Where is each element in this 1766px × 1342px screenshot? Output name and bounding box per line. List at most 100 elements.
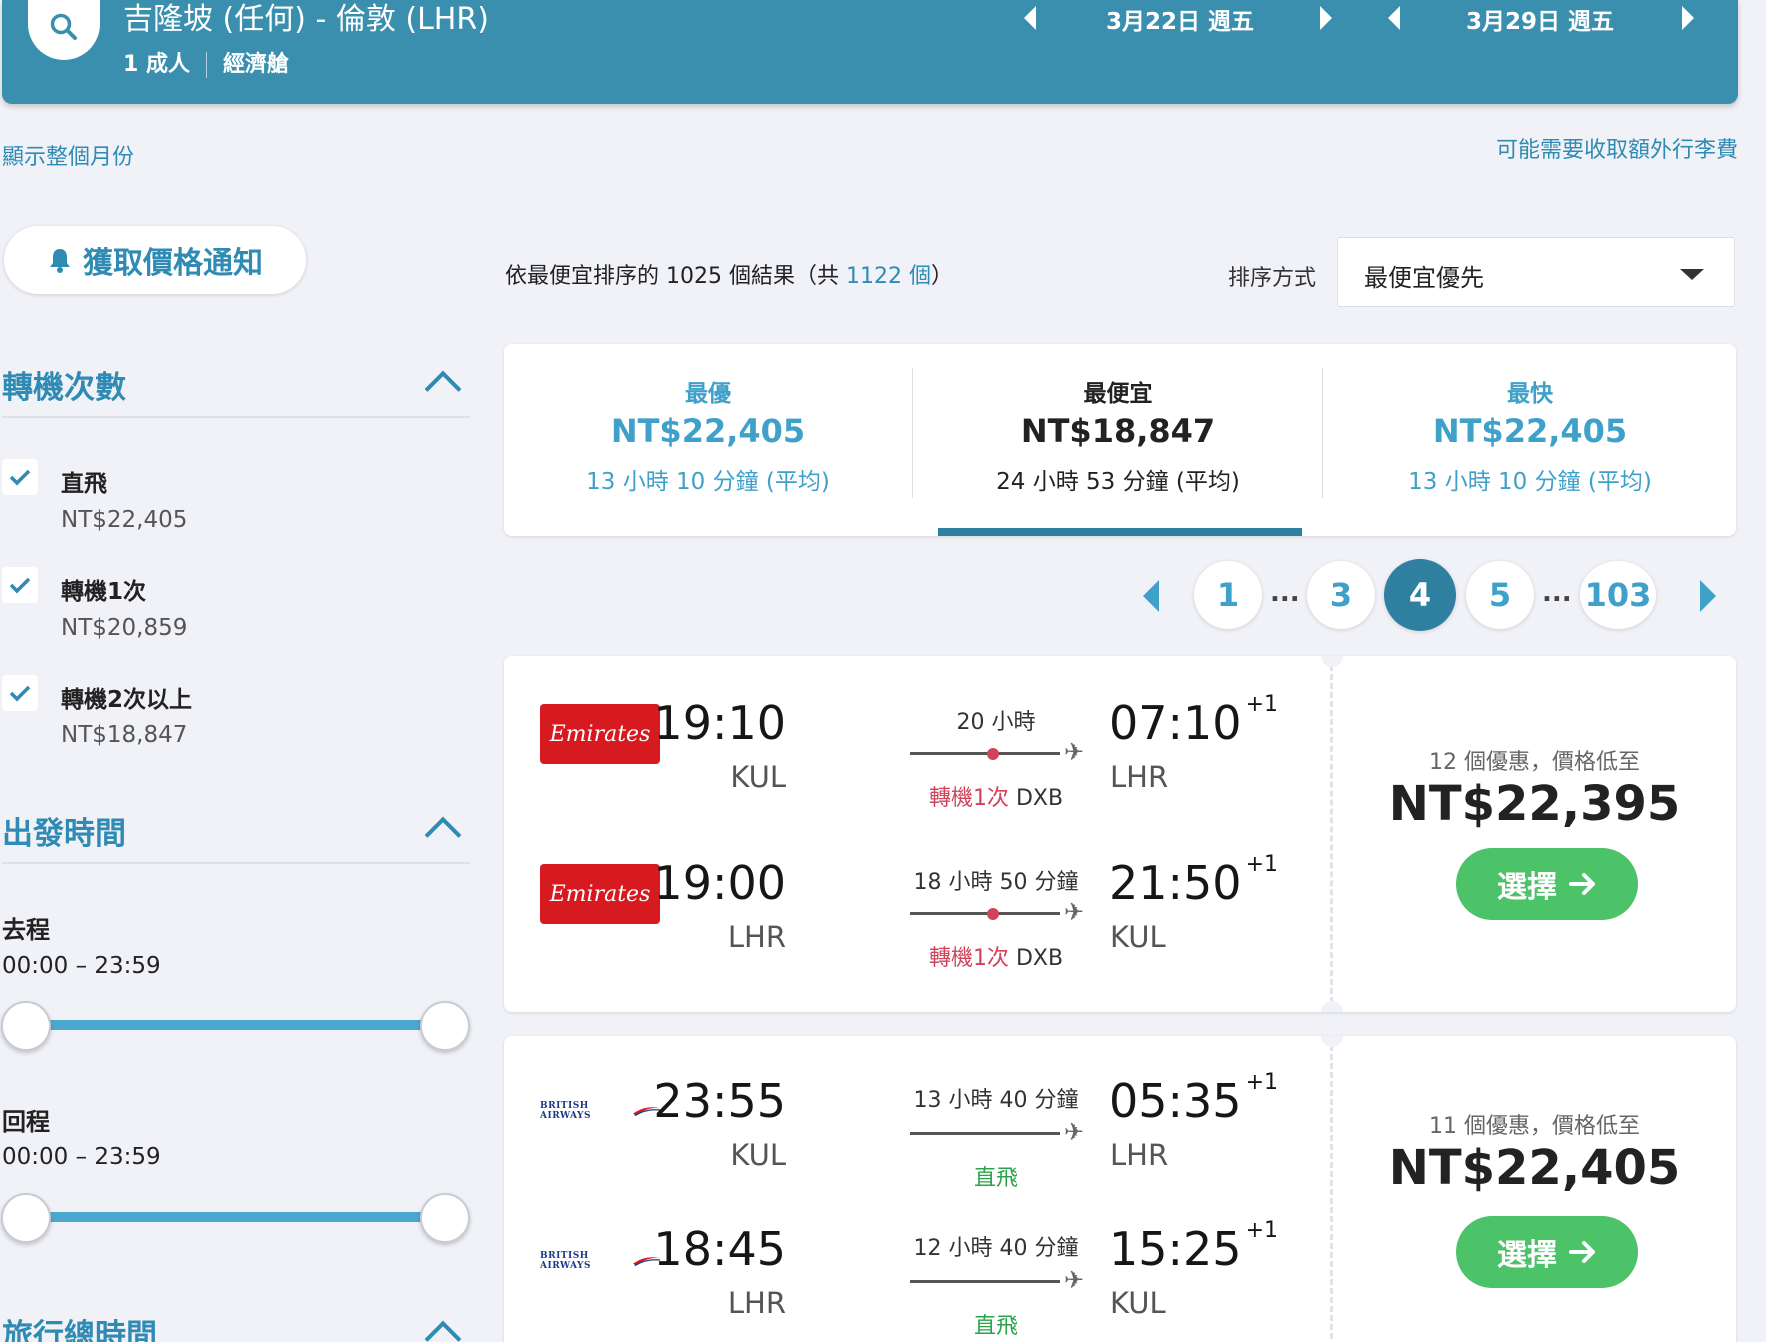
deals-count: 12 個優惠，價格低至 — [1429, 750, 1640, 775]
arrival-time-value: 21:50 — [1109, 856, 1242, 910]
outbound-slider-max-handle[interactable] — [420, 1001, 470, 1051]
depart-date[interactable]: 3月22日 週五 — [1106, 2, 1254, 36]
outbound-time-slider[interactable] — [26, 1020, 446, 1030]
departure-time-filter-title[interactable]: 出發時間 — [2, 808, 126, 853]
active-tab-indicator — [938, 528, 1302, 536]
checkbox-direct[interactable] — [2, 459, 38, 495]
departure-airport: LHR — [727, 1286, 786, 1320]
baggage-fee-link[interactable]: 可能需要收取額外行李費 — [1496, 132, 1738, 164]
arrival-airport: LHR — [1110, 760, 1169, 794]
chevron-up-icon[interactable] — [424, 1320, 462, 1342]
stops-label: 轉機1次 — [928, 946, 1009, 971]
stops-option-label[interactable]: 轉機2次以上 — [61, 680, 192, 714]
page-button[interactable]: 103 — [1580, 561, 1656, 629]
stop-dot — [987, 748, 999, 760]
tab-best[interactable]: 最優 NT$22,405 13 小時 10 分鐘 (平均) — [504, 344, 912, 536]
plane-icon: ✈ — [1064, 898, 1085, 926]
show-whole-month-link[interactable]: 顯示整個月份 — [2, 139, 134, 171]
flight-result-card[interactable]: BRITISH AIRWAYS 23:55 KUL 13 小時 40 分鐘 ✈ … — [504, 1036, 1736, 1342]
plane-icon: ✈ — [1064, 1266, 1085, 1294]
stops-filter-title[interactable]: 轉機次數 — [2, 362, 126, 407]
tab-duration: 13 小時 10 分鐘 (平均) — [586, 469, 830, 495]
divider — [1322, 368, 1323, 498]
return-slider-min-handle[interactable] — [1, 1193, 51, 1243]
price-alert-label: 獲取價格通知 — [83, 246, 263, 281]
divider — [2, 862, 470, 864]
airline-wordmark: BRITISH AIRWAYS — [540, 1101, 591, 1121]
arrival-time-value: 05:35 — [1109, 1074, 1242, 1128]
checkbox-two-plus-stops[interactable] — [2, 675, 38, 711]
search-icon — [50, 13, 77, 40]
checkbox-one-stop[interactable] — [2, 567, 38, 603]
return-prev-arrow-icon[interactable] — [1388, 6, 1400, 30]
previous-page-arrow-icon[interactable] — [1143, 580, 1159, 612]
select-button[interactable]: 選擇 — [1456, 848, 1638, 920]
trip-duration-filter-title[interactable]: 旅行總時間 — [2, 1310, 157, 1342]
select-label: 選擇 — [1497, 1238, 1557, 1273]
flight-path-line — [910, 912, 1060, 915]
depart-prev-arrow-icon[interactable] — [1024, 6, 1036, 30]
stops-option-label[interactable]: 轉機1次 — [61, 572, 146, 606]
price-alert-button[interactable]: 獲取價格通知 — [4, 226, 306, 294]
search-summary-bar[interactable]: 吉隆坡 (任何) - 倫敦 (LHR) 1 成人 經濟艙 3月22日 週五 3月2… — [2, 0, 1738, 104]
sort-dropdown[interactable]: 最便宜優先 — [1337, 237, 1735, 307]
departure-time: 18:45 — [653, 1222, 786, 1276]
departure-time: 19:00 — [653, 856, 786, 910]
return-time-slider[interactable] — [26, 1212, 446, 1222]
flight-duration: 18 小時 50 分鐘 — [913, 870, 1079, 895]
flight-path-line — [910, 1132, 1060, 1135]
lowest-price: NT$22,395 — [1388, 776, 1681, 832]
stops-label: 轉機1次 — [928, 786, 1009, 811]
flight-path-line — [910, 752, 1060, 755]
results-total-link[interactable]: 1122 個 — [846, 264, 931, 289]
chevron-up-icon[interactable] — [424, 816, 462, 854]
search-button[interactable] — [28, 0, 100, 60]
return-date[interactable]: 3月29日 週五 — [1466, 2, 1614, 36]
arrival-airport: KUL — [1110, 1286, 1166, 1320]
departure-time: 19:10 — [653, 696, 786, 750]
arrival-airport: LHR — [1110, 1138, 1169, 1172]
arrival-time-value: 07:10 — [1109, 696, 1242, 750]
tab-label: 最優 — [685, 381, 731, 407]
next-page-arrow-icon[interactable] — [1700, 580, 1716, 612]
stops-info: 轉機1次 DXB — [884, 940, 1108, 972]
results-count: 依最便宜排序的 1025 個結果（共 1122 個） — [505, 258, 953, 290]
page-button[interactable]: 3 — [1307, 561, 1375, 629]
stops-option-label[interactable]: 直飛 — [61, 464, 107, 498]
page-button[interactable]: 5 — [1466, 561, 1534, 629]
arrival-time-value: 15:25 — [1109, 1222, 1242, 1276]
outbound-label: 去程 — [2, 916, 50, 944]
departure-airport: KUL — [730, 1138, 786, 1172]
caret-down-icon — [1680, 269, 1704, 280]
stops-label: 直飛 — [973, 1314, 1018, 1339]
arrival-time: 05:35 +1 — [1109, 1070, 1278, 1128]
tab-duration: 13 小時 10 分鐘 (平均) — [1408, 469, 1652, 495]
day-offset: +1 — [1245, 692, 1279, 717]
select-button[interactable]: 選擇 — [1456, 1216, 1638, 1288]
chevron-up-icon[interactable] — [424, 370, 462, 408]
stop-airport: DXB — [1015, 786, 1064, 811]
tab-fastest[interactable]: 最快 NT$22,405 13 小時 10 分鐘 (平均) — [1324, 344, 1736, 536]
checkmark-icon — [9, 577, 31, 594]
results-count-prefix: 依最便宜排序的 1025 個結果（共 — [505, 264, 846, 289]
deals-count: 11 個優惠，價格低至 — [1429, 1114, 1640, 1139]
flight-duration: 12 小時 40 分鐘 — [913, 1236, 1079, 1261]
arrival-airport: KUL — [1110, 920, 1166, 954]
tab-cheapest[interactable]: 最便宜 NT$18,847 24 小時 53 分鐘 (平均) — [914, 344, 1322, 536]
return-next-arrow-icon[interactable] — [1682, 6, 1694, 30]
page-button-current[interactable]: 4 — [1384, 559, 1456, 631]
depart-next-arrow-icon[interactable] — [1320, 6, 1332, 30]
outbound-slider-min-handle[interactable] — [1, 1001, 51, 1051]
page-button[interactable]: 1 — [1194, 561, 1262, 629]
arrow-right-icon — [1569, 873, 1595, 895]
card-notch — [1321, 656, 1343, 667]
checkmark-icon — [9, 685, 31, 702]
bell-icon — [50, 249, 70, 273]
card-divider — [1330, 656, 1333, 1012]
return-slider-max-handle[interactable] — [420, 1193, 470, 1243]
flight-path-line — [910, 1280, 1060, 1283]
route-title[interactable]: 吉隆坡 (任何) - 倫敦 (LHR) — [123, 0, 489, 38]
tab-price: NT$18,847 — [1020, 412, 1216, 450]
flight-result-card[interactable]: Emirates 19:10 KUL 20 小時 ✈ 轉機1次 DXB 07:1… — [504, 656, 1736, 1012]
passengers-cabin[interactable]: 1 成人 經濟艙 — [123, 46, 289, 78]
